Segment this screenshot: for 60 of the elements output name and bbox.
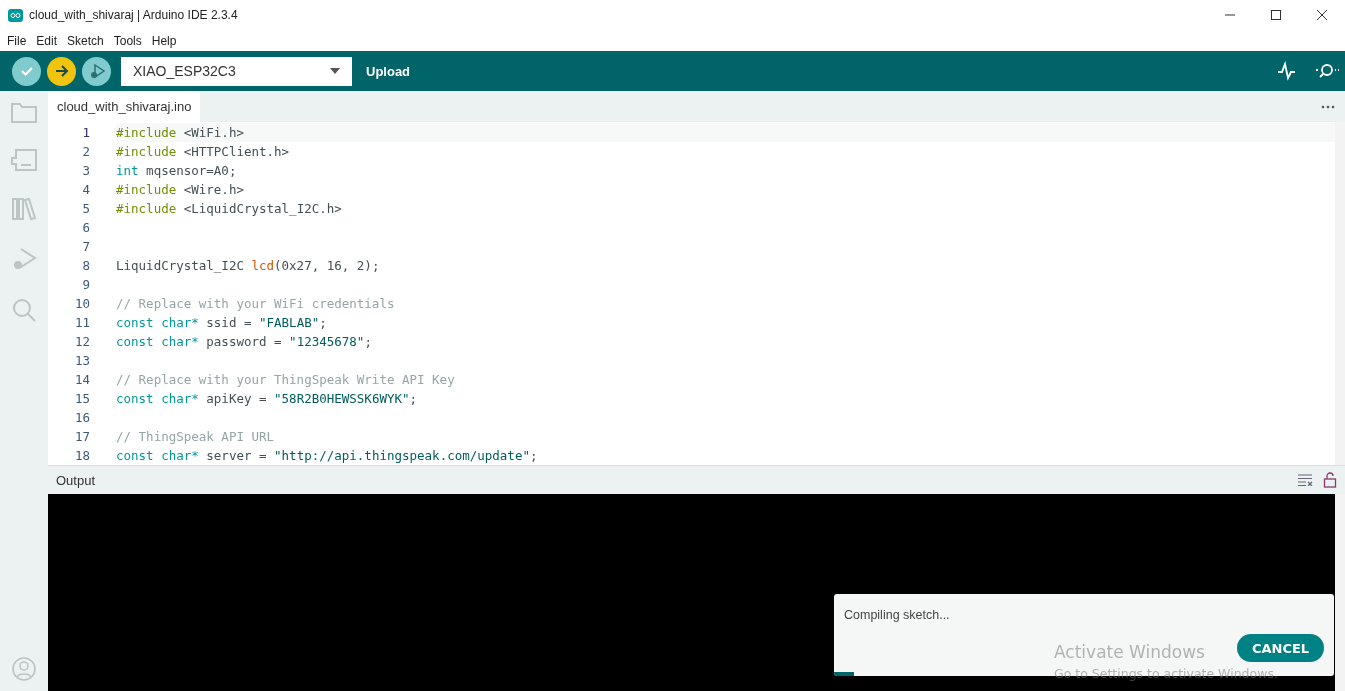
verify-button[interactable] [12, 56, 41, 86]
arrow-right-icon [53, 63, 70, 79]
line-number: 5 [81, 200, 91, 218]
maximize-icon[interactable] [1271, 10, 1281, 20]
menu-item[interactable]: Tools [108, 33, 147, 48]
line-number: 17 [73, 428, 91, 446]
folder-icon [11, 101, 37, 123]
code-line: // ThingSpeak API URL [116, 428, 276, 446]
code-line: int mqsensor=A0; [116, 162, 238, 180]
line-number: 1 [81, 124, 91, 142]
more-icon[interactable] [1321, 104, 1335, 109]
line-number: 9 [81, 276, 91, 294]
code-line: const char* apiKey = "58R2B0HEWSSK6WYK"; [116, 390, 419, 408]
notification-message: Compiling sketch... [844, 608, 950, 622]
library-icon [11, 197, 37, 221]
cancel-button[interactable]: CANCEL [1237, 634, 1324, 662]
menu-item[interactable]: File [2, 33, 32, 48]
code-line: LiquidCrystal_I2C lcd(0x27, 16, 2); [116, 257, 381, 275]
line-number: 7 [81, 238, 91, 256]
line-number: 8 [81, 257, 91, 275]
menu-item[interactable]: Help [146, 33, 182, 48]
menu-item[interactable]: Edit [31, 33, 63, 48]
account-icon [12, 657, 36, 681]
app-logo-icon [8, 8, 23, 22]
upload-label: Upload [366, 63, 411, 79]
board-icon [11, 149, 37, 171]
line-number: 16 [73, 409, 91, 427]
code-line: const char* password = "12345678"; [116, 333, 373, 351]
line-number: 12 [73, 333, 91, 351]
code-line: #include <Wire.h> [116, 181, 245, 199]
board-selector[interactable]: XIAO_ESP32C3 [121, 56, 352, 86]
code-line: const char* ssid = "FABLAB"; [116, 314, 328, 332]
debug-button[interactable] [82, 56, 111, 86]
close-icon[interactable] [1317, 10, 1327, 20]
search-icon [11, 297, 37, 323]
menu-item[interactable]: Sketch [62, 33, 109, 48]
upload-button[interactable] [47, 56, 76, 86]
code-line: // Replace with your ThingSpeak Write API Key [116, 371, 456, 389]
line-number: 10 [73, 295, 91, 313]
serial-plotter-icon [1277, 61, 1297, 81]
caret-icon [330, 68, 340, 74]
output-title: Output [56, 472, 96, 488]
line-number: 3 [81, 162, 91, 180]
line-number: 15 [73, 390, 91, 408]
code-line: #include <LiquidCrystal_I2C.h> [116, 200, 343, 218]
line-number: 2 [81, 143, 91, 161]
window-title: cloud_with_shivaraj | Arduino IDE 2.3.4 [29, 8, 239, 22]
code-line: #include <HTTPClient.h> [116, 143, 291, 161]
line-number: 4 [81, 181, 91, 199]
line-number: 18 [73, 447, 91, 465]
debug-icon [11, 247, 37, 271]
clear-output-icon[interactable] [1297, 474, 1313, 486]
line-number: 11 [73, 314, 91, 332]
code-line: const char* server = "http://api.thingspeak.com/update"; [116, 447, 539, 465]
code-line: // Replace with your WiFi credentials [116, 295, 396, 313]
line-number: 6 [81, 219, 91, 237]
unlock-icon[interactable] [1323, 472, 1337, 488]
file-tab[interactable]: cloud_with_shivaraj.ino [48, 91, 201, 122]
line-number: 14 [73, 371, 91, 389]
line-number: 13 [73, 352, 91, 370]
